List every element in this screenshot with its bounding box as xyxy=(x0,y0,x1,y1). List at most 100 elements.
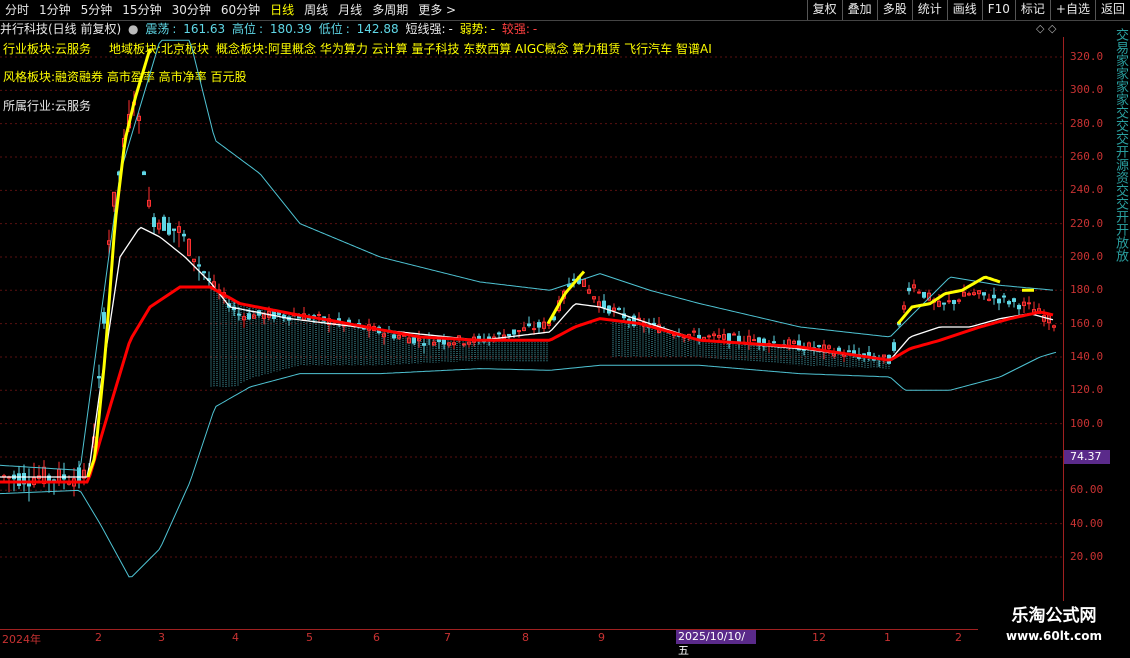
strong-value: - xyxy=(532,22,538,36)
low-value: 142.88 xyxy=(356,22,399,36)
toolbar-button[interactable]: 多股 xyxy=(876,0,912,20)
period-tab[interactable]: 30分钟 xyxy=(167,0,216,20)
weak-value: - xyxy=(490,22,496,36)
period-tab[interactable]: 15分钟 xyxy=(117,0,166,20)
strong-label: 较强: xyxy=(501,22,530,36)
period-tab[interactable]: 周线 xyxy=(299,0,333,20)
toolbar-button[interactable]: 叠加 xyxy=(841,0,877,20)
dropdown-icon[interactable]: ● xyxy=(128,22,138,36)
watermark-url: www.60lt.com xyxy=(1005,629,1103,643)
candle-body xyxy=(892,342,896,351)
y-tick-label: 200.0 xyxy=(1070,249,1104,263)
candle-body xyxy=(627,318,631,322)
toolbar-button[interactable]: 统计 xyxy=(911,0,947,20)
toolbar-button[interactable]: +自选 xyxy=(1049,0,1095,20)
candle-body xyxy=(317,314,321,317)
short-label: 短线强: xyxy=(405,22,446,36)
candles xyxy=(2,90,1056,502)
candle-body xyxy=(442,338,446,345)
y-tick-label: 120.0 xyxy=(1070,383,1104,397)
candle-body xyxy=(97,376,101,379)
candle-body xyxy=(507,333,511,337)
x-tick-label: 12 xyxy=(812,631,826,644)
y-tick-label: 140.0 xyxy=(1070,349,1104,363)
candle-body xyxy=(152,217,156,227)
x-tick-label: 4 xyxy=(232,631,239,644)
candle-body xyxy=(172,228,176,231)
candle-body xyxy=(527,323,531,327)
y-tick-label: 320.0 xyxy=(1070,50,1104,63)
weak-label: 弱势: xyxy=(459,22,488,36)
band-upper-line xyxy=(0,39,1054,471)
candle-body xyxy=(992,294,996,299)
period-tab[interactable]: 日线 xyxy=(265,0,299,20)
toolbar-button[interactable]: 画线 xyxy=(946,0,982,20)
watermark-title: 乐淘公式网 xyxy=(1011,606,1097,626)
candle-body xyxy=(412,337,416,344)
candle-body xyxy=(162,216,166,231)
candle-body xyxy=(947,300,951,303)
candle-body xyxy=(27,482,31,487)
candle-body xyxy=(602,300,606,309)
x-tick-label: 5 xyxy=(306,631,313,644)
x-tick-label: 9 xyxy=(598,631,605,644)
info-bar: 并行科技(日线 前复权) ● 震荡: 161.63 高位: 180.39 低位:… xyxy=(0,22,538,36)
y-tick-label: 20.00 xyxy=(1070,549,1104,563)
period-tab[interactable]: 5分钟 xyxy=(76,0,118,20)
candle-body xyxy=(422,343,426,346)
x-tick-label: 7 xyxy=(444,631,451,644)
band-lower-line xyxy=(0,351,1057,578)
candle-body xyxy=(537,322,541,328)
ma-white-line xyxy=(0,226,1054,478)
x-tick-label: 3 xyxy=(158,631,165,644)
candle-body xyxy=(737,335,741,342)
y-tick-label: 60.00 xyxy=(1070,483,1104,497)
period-tab[interactable]: 更多 > xyxy=(413,0,461,20)
toolbar-button[interactable]: F10 xyxy=(981,0,1015,20)
toolbar-button[interactable]: 返回 xyxy=(1094,0,1130,20)
right-vertical-text: 交易家家家家交交交开源资交交开开放放 xyxy=(1113,28,1128,262)
amplitude-label: 震荡 xyxy=(145,22,170,36)
y-tick-label: 180.0 xyxy=(1070,283,1104,297)
x-tick-label: 2 xyxy=(955,631,962,644)
candle-body xyxy=(907,287,911,292)
short-value: - xyxy=(448,22,453,36)
candle-body xyxy=(477,335,481,340)
period-tab[interactable]: 分时 xyxy=(0,0,34,20)
candle-body xyxy=(837,347,841,352)
candle-body xyxy=(952,300,956,305)
candle-body xyxy=(17,473,21,486)
y-tick-label: 240.0 xyxy=(1070,183,1104,197)
period-tab[interactable]: 60分钟 xyxy=(216,0,265,20)
candle-body xyxy=(512,329,516,335)
candle-body xyxy=(1027,302,1031,305)
candle-body xyxy=(1002,295,1006,298)
current-price-tag: 74.37 xyxy=(1064,450,1110,464)
period-tab[interactable]: 多周期 xyxy=(367,0,413,20)
candle-body xyxy=(997,298,1001,304)
period-tab[interactable]: 月线 xyxy=(333,0,367,20)
candle-body xyxy=(497,332,501,335)
candle-body xyxy=(732,333,736,336)
kline-chart[interactable] xyxy=(0,37,1063,629)
x-tick-label: 1 xyxy=(884,631,891,644)
stock-title: 并行科技(日线 前复权) xyxy=(0,22,122,36)
candle-body xyxy=(922,291,926,298)
window-controls[interactable]: ◇ ◇ xyxy=(1036,22,1056,35)
candle-body xyxy=(772,341,776,344)
toolbar-button[interactable]: 复权 xyxy=(806,0,842,20)
cursor-date-tag: 2025/10/10/五 xyxy=(676,630,756,657)
candle-body xyxy=(982,292,986,296)
candle-body xyxy=(102,312,106,324)
toolbar-right-buttons: 复权 叠加 多股 统计 画线 F10 标记 +自选 返回 xyxy=(806,0,1130,20)
candle-body xyxy=(142,171,146,176)
x-tick-label: 2024年 xyxy=(2,633,41,646)
candle-body xyxy=(167,222,171,235)
candle-body xyxy=(247,313,251,320)
period-tab[interactable]: 1分钟 xyxy=(34,0,76,20)
y-tick-label: 40.00 xyxy=(1070,516,1104,530)
candle-body xyxy=(942,302,946,305)
toolbar-button[interactable]: 标记 xyxy=(1014,0,1050,20)
candle-body xyxy=(1017,304,1021,310)
candle-body xyxy=(532,328,536,331)
